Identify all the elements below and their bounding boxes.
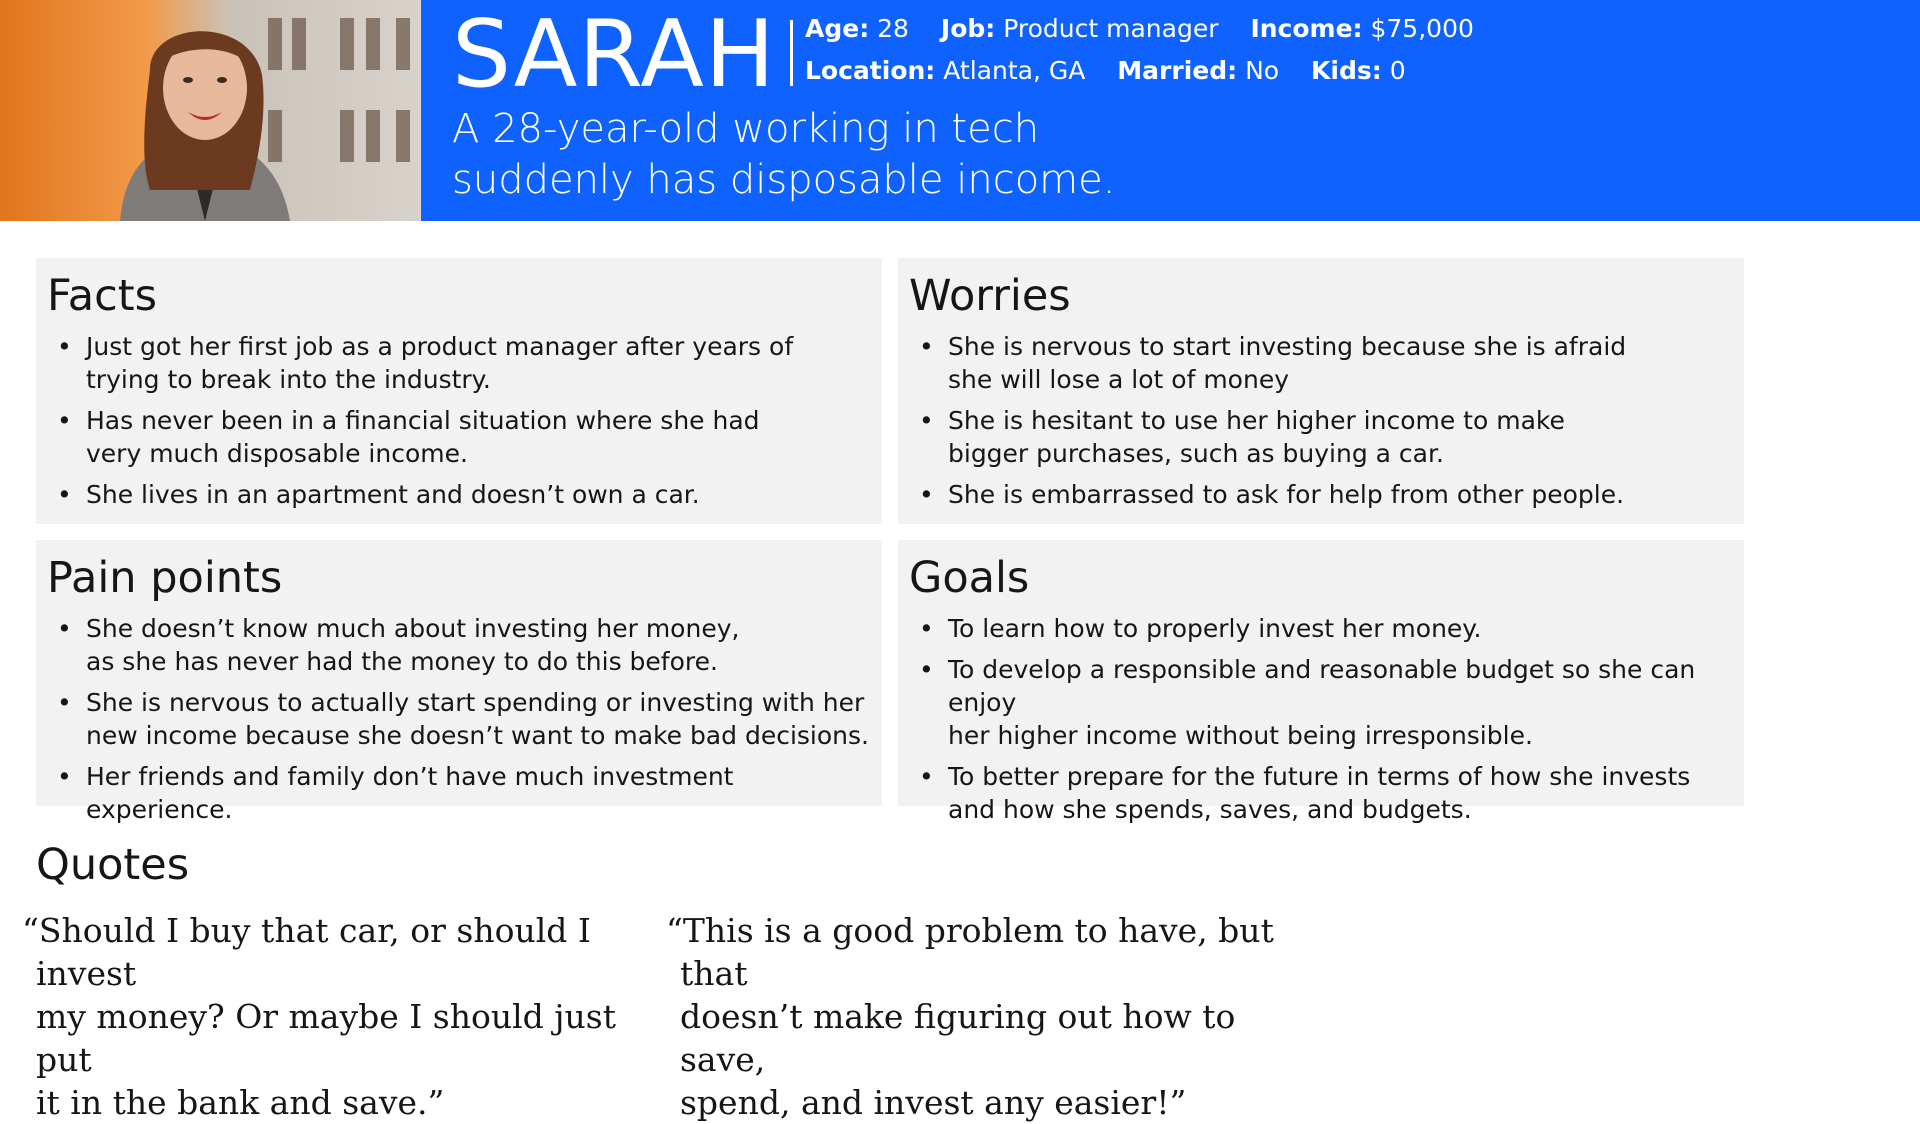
goals-card: Goals To learn how to properly invest he… — [898, 540, 1744, 824]
list-item: She is hesitant to use her higher income… — [909, 404, 1739, 470]
worries-card: Worries She is nervous to start investin… — [898, 258, 1744, 524]
persona-details-row-1: Age: 28 Job: Product manager Income: $75… — [805, 14, 1498, 43]
worries-list: She is nervous to start investing becaus… — [909, 330, 1739, 519]
header-divider — [790, 20, 793, 86]
detail-married-value: No — [1245, 56, 1280, 85]
list-item: To learn how to properly invest her mone… — [909, 612, 1739, 645]
list-item: She is nervous to actually start spendin… — [47, 686, 877, 752]
detail-location: Location: Atlanta, GA — [805, 56, 1085, 85]
worries-title: Worries — [909, 271, 1071, 321]
detail-income: Income: $75,000 — [1250, 14, 1473, 43]
detail-location-value: Atlanta, GA — [943, 56, 1086, 85]
detail-married: Married: No — [1117, 56, 1279, 85]
list-item: She lives in an apartment and doesn’t ow… — [47, 478, 877, 511]
detail-job: Job: Product manager — [941, 14, 1219, 43]
quote-2: “This is a good problem to have, but tha… — [666, 911, 1274, 1122]
list-item: She doesn’t know much about investing he… — [47, 612, 877, 678]
facts-title: Facts — [47, 271, 158, 321]
list-item: To develop a responsible and reasonable … — [909, 653, 1739, 752]
detail-kids-value: 0 — [1389, 56, 1406, 85]
list-item: To better prepare for the future in term… — [909, 760, 1739, 826]
quote-1: “Should I buy that car, or should I inve… — [22, 911, 616, 1122]
detail-age: Age: 28 — [805, 14, 909, 43]
detail-job-label: Job: — [940, 14, 996, 43]
persona-name: SARAH — [452, 0, 776, 108]
persona-tagline: A 28-year-old working in tech suddenly h… — [452, 106, 1116, 203]
list-item: Her friends and family don’t have much i… — [47, 760, 877, 826]
detail-age-label: Age: — [805, 14, 870, 43]
detail-kids-label: Kids: — [1311, 56, 1382, 85]
persona-details-row-2: Location: Atlanta, GA Married: No Kids: … — [805, 56, 1430, 85]
persona-photo-image — [0, 0, 421, 221]
persona-header: SARAH Age: 28 Job: Product manager Incom… — [0, 0, 1920, 221]
detail-location-label: Location: — [805, 56, 936, 85]
detail-job-value: Product manager — [1003, 14, 1219, 43]
detail-age-value: 28 — [877, 14, 909, 43]
pain-points-title: Pain points — [47, 553, 283, 603]
quotes-title: Quotes — [36, 840, 190, 890]
detail-kids: Kids: 0 — [1311, 56, 1406, 85]
detail-income-label: Income: — [1250, 14, 1363, 43]
persona-photo — [0, 0, 421, 221]
goals-title: Goals — [909, 553, 1030, 603]
detail-income-value: $75,000 — [1370, 14, 1474, 43]
facts-list: Just got her first job as a product mana… — [47, 330, 877, 519]
goals-list: To learn how to properly invest her mone… — [909, 612, 1739, 834]
list-item: Just got her first job as a product mana… — [47, 330, 877, 396]
list-item: She is nervous to start investing becaus… — [909, 330, 1739, 396]
list-item: Has never been in a financial situation … — [47, 404, 877, 470]
pain-points-list: She doesn’t know much about investing he… — [47, 612, 877, 834]
list-item: She is embarrassed to ask for help from … — [909, 478, 1739, 511]
detail-married-label: Married: — [1117, 56, 1238, 85]
facts-card: Facts Just got her first job as a produc… — [36, 258, 882, 524]
pain-points-card: Pain points She doesn’t know much about … — [36, 540, 882, 824]
